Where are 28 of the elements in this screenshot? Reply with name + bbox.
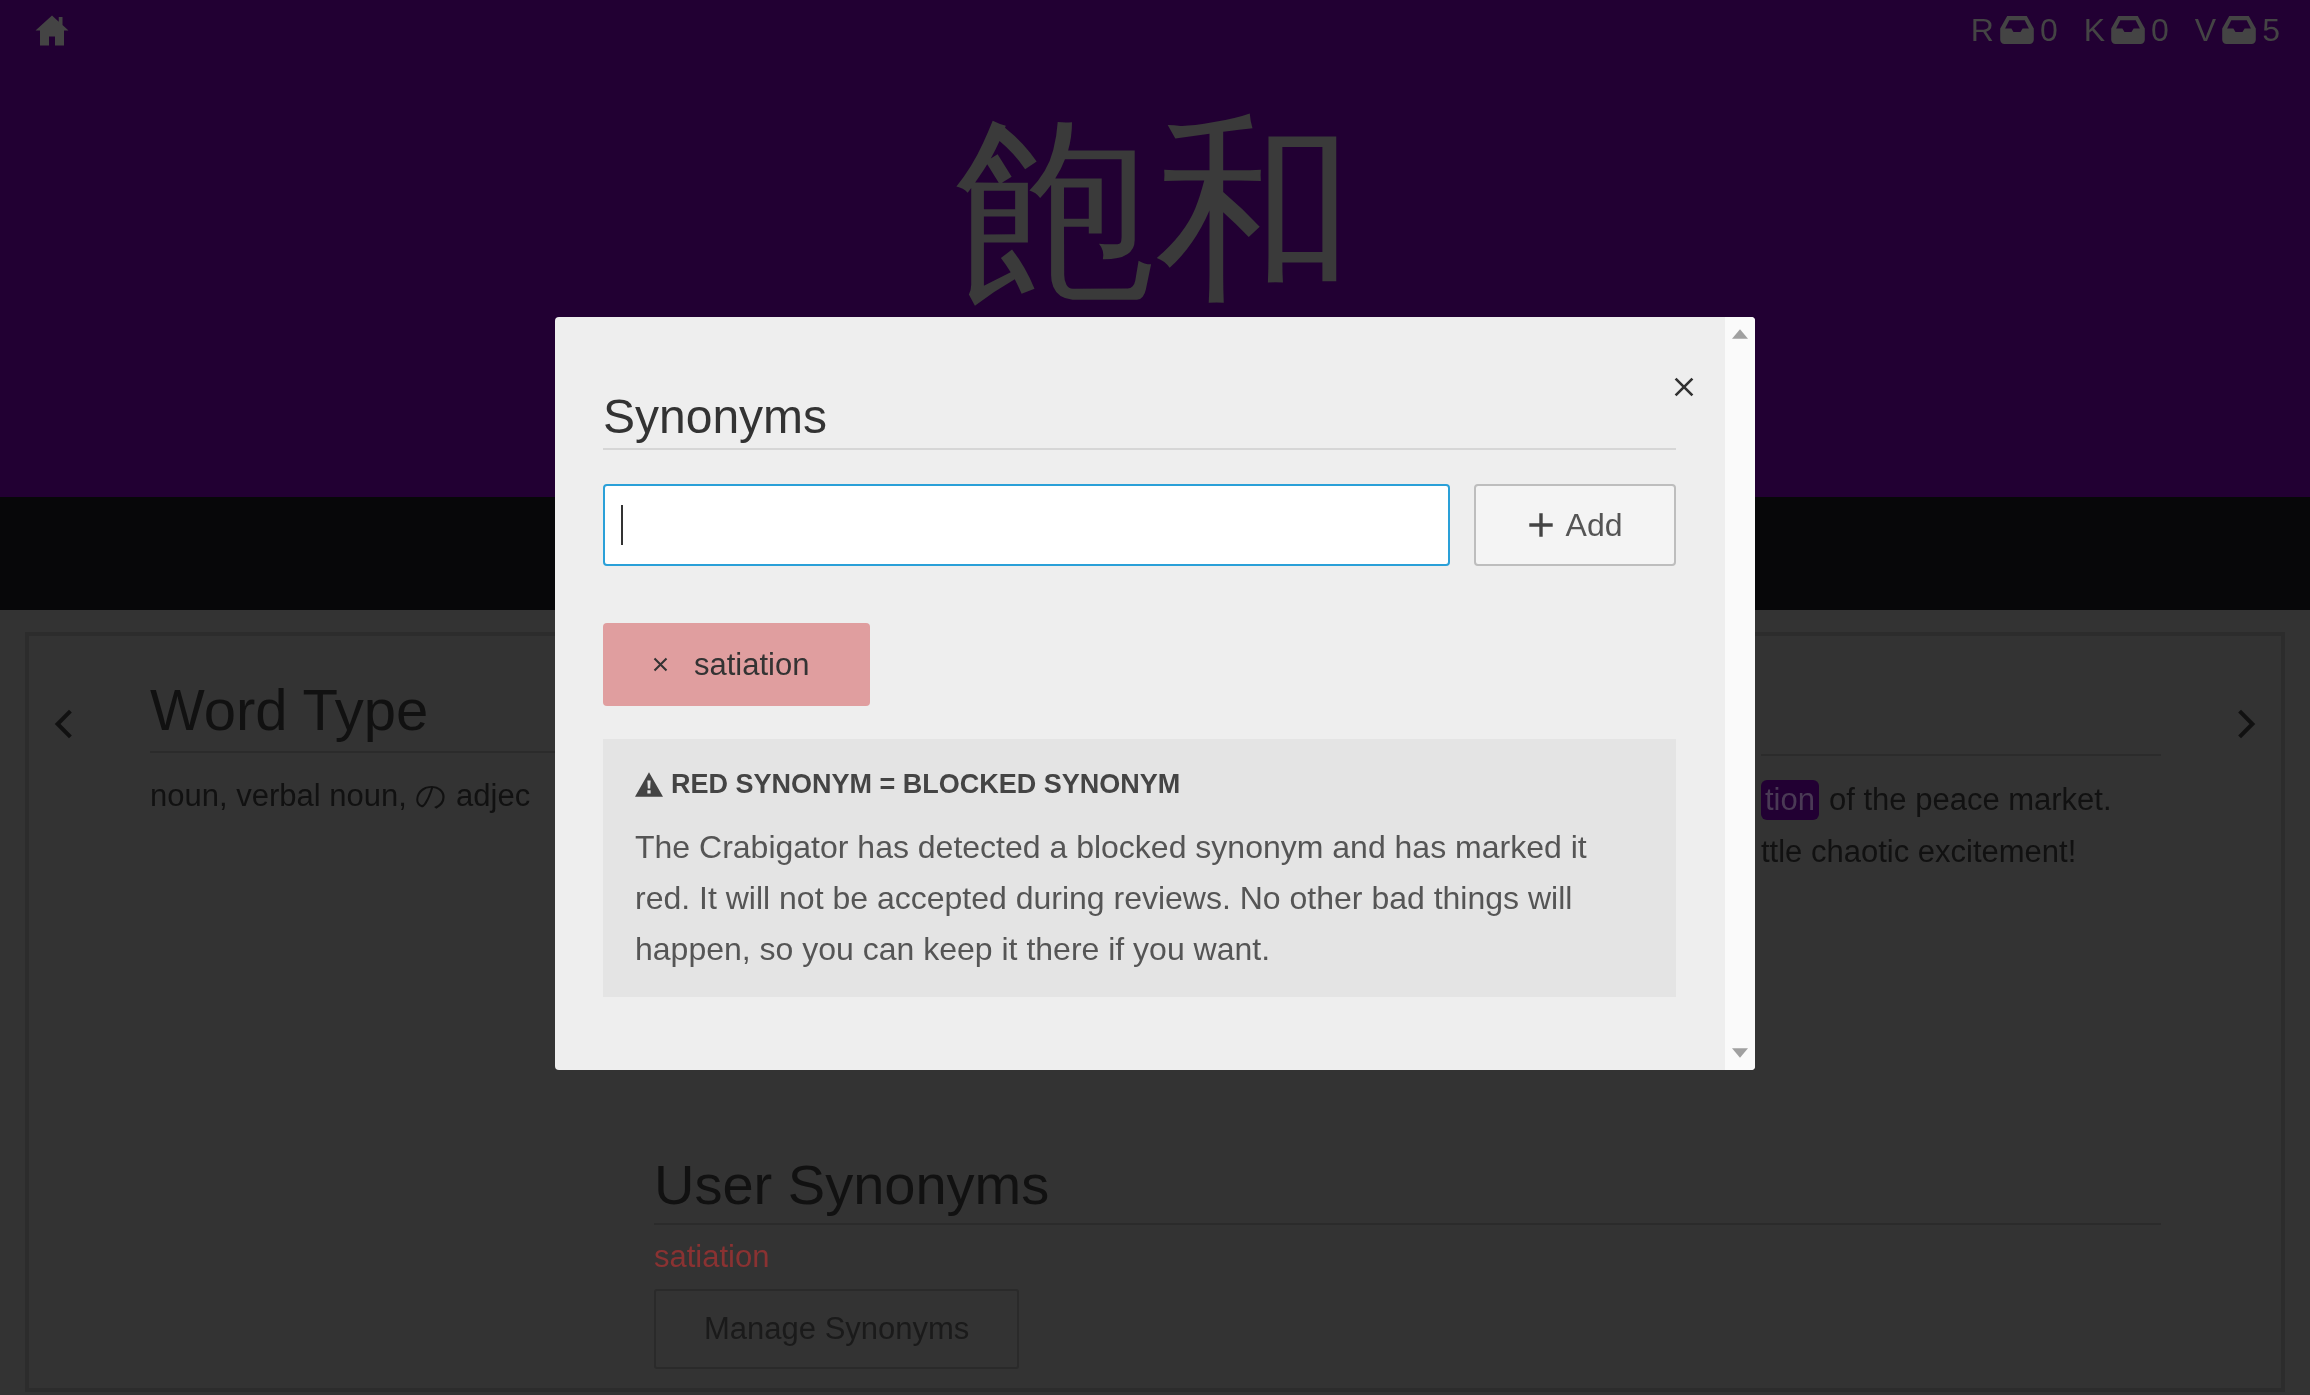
plus-icon xyxy=(1527,512,1554,538)
queue-count: 5 xyxy=(2262,11,2280,49)
queue-letter: K xyxy=(2083,11,2106,49)
chevron-left-icon[interactable] xyxy=(54,708,74,740)
kanji-title: 飽和 xyxy=(955,110,1355,310)
scrollbar[interactable] xyxy=(1725,317,1755,1070)
add-button[interactable]: Add xyxy=(1474,484,1676,566)
inbox-icon xyxy=(2111,16,2146,44)
queue-count: 0 xyxy=(2039,11,2058,49)
queue-letter: R xyxy=(1970,11,1994,49)
notice-title: RED SYNONYM = BLOCKED SYNONYM xyxy=(671,769,1181,800)
inbox-icon xyxy=(2222,16,2257,44)
remove-icon[interactable] xyxy=(653,657,668,672)
highlighted-word: tion xyxy=(1761,780,1819,820)
home-icon[interactable] xyxy=(34,13,70,47)
close-icon[interactable] xyxy=(1672,375,1696,399)
synonym-input-field[interactable] xyxy=(603,484,1450,566)
queue-count: 0 xyxy=(2151,11,2169,49)
inbox-icon xyxy=(1999,16,2034,44)
scroll-down-icon[interactable] xyxy=(1732,1048,1748,1058)
warning-icon xyxy=(635,772,663,797)
chevron-right-icon[interactable] xyxy=(2236,708,2256,740)
synonym-text: satiation xyxy=(654,1239,770,1275)
notice-text: The Crabigator has detected a blocked synonym and has marked it red. It will not be accepted during reviews. No other bad things will happen, so you can keep it there if you want. xyxy=(635,828,1588,969)
synonym-chip[interactable]: satiation xyxy=(603,623,870,706)
scroll-up-icon[interactable] xyxy=(1732,329,1748,339)
dialog-title: Synonyms xyxy=(603,389,1676,450)
queue-letter: V xyxy=(2194,11,2217,49)
